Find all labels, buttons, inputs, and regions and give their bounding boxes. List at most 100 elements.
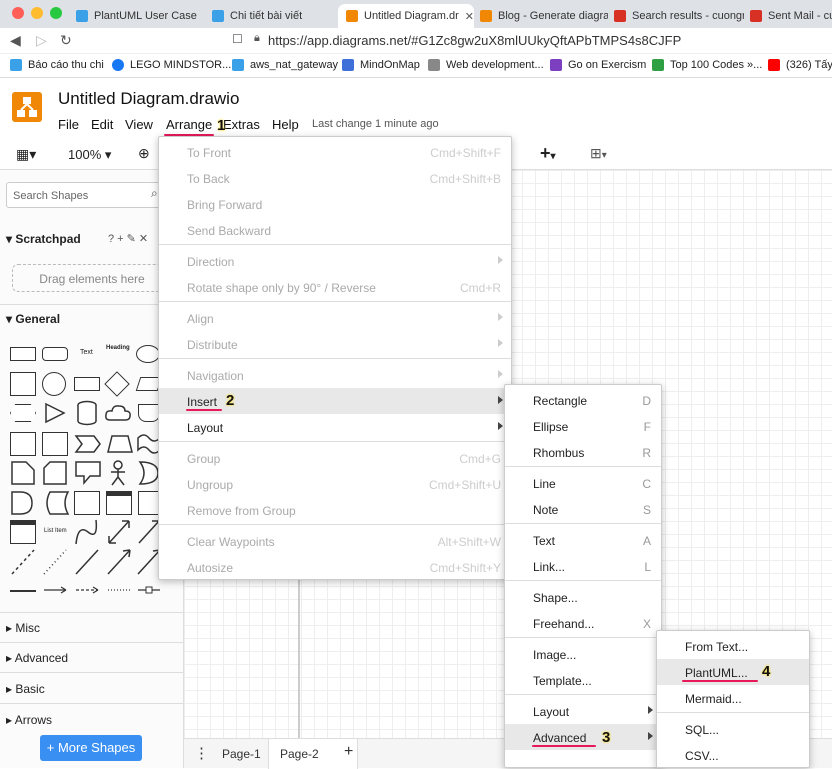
basic-section-header[interactable]: ▸ Basic (6, 682, 45, 696)
dotted-arrow-shape[interactable] (106, 584, 134, 596)
document-title[interactable]: Untitled Diagram.drawio (58, 89, 239, 109)
rectangle-shape[interactable] (10, 347, 36, 361)
link-arrow-shape[interactable] (42, 584, 70, 596)
menu-item-link[interactable]: Link... L (505, 553, 661, 579)
menu-item-to-front[interactable]: To Front Cmd+Shift+F (159, 139, 511, 165)
swimlane-shape[interactable] (106, 491, 132, 515)
menu-item-rotate[interactable]: Rotate shape only by 90° / Reverse Cmd+R (159, 274, 511, 300)
menu-item-line[interactable]: Line C (505, 470, 661, 496)
menu-item-ungroup[interactable]: Ungroup Cmd+Shift+U (159, 471, 511, 497)
search-icon[interactable]: ⌕ (151, 186, 158, 201)
back-icon[interactable]: ◀ (10, 32, 21, 49)
search-shapes-input[interactable]: Search Shapes (6, 182, 168, 208)
browser-tab[interactable]: Blog - Generate diagra (480, 4, 608, 28)
menu-item-csv[interactable]: CSV... (657, 742, 809, 768)
relation-shape[interactable] (136, 584, 162, 596)
line-shape[interactable] (74, 548, 100, 576)
square-shape[interactable] (10, 372, 36, 396)
arrows-section-header[interactable]: ▸ Arrows (6, 713, 52, 727)
menu-item-rectangle[interactable]: Rectangle D (505, 387, 661, 413)
menu-item-from-text[interactable]: From Text... (657, 633, 809, 659)
menu-item-layout[interactable]: Layout (159, 414, 511, 440)
menu-item-navigation[interactable]: Navigation (159, 362, 511, 388)
circle-shape[interactable] (42, 372, 66, 396)
more-shapes-button[interactable]: + More Shapes (40, 735, 142, 761)
pages-menu-icon[interactable]: ⋮ (194, 744, 209, 762)
dashed-arrow-shape[interactable] (74, 584, 102, 596)
maximize-window-dot[interactable] (50, 7, 62, 19)
text-shape[interactable]: Text (80, 349, 93, 356)
bookmark-item[interactable]: LEGO MINDSTOR... (112, 59, 231, 71)
data-storage-shape[interactable] (42, 490, 70, 516)
browser-tab[interactable]: Sent Mail - cuong (750, 4, 832, 28)
container-shape[interactable] (74, 491, 100, 515)
process-shape[interactable] (74, 377, 100, 391)
bookmark-item[interactable]: MindOnMap (342, 59, 420, 71)
thick-link-shape[interactable] (10, 590, 36, 592)
bookmark-icon[interactable]: ☐ (232, 32, 243, 46)
menu-item-group[interactable]: Group Cmd+G (159, 445, 511, 471)
list-item-shape[interactable]: List Item (44, 528, 67, 534)
menu-item-ellipse[interactable]: Ellipse F (505, 413, 661, 439)
menu-item-clear-waypoints[interactable]: Clear Waypoints Alt+Shift+W (159, 528, 511, 554)
menu-item-rhombus[interactable]: Rhombus R (505, 439, 661, 465)
zoom-select[interactable]: 100% ▾ (68, 147, 111, 163)
bookmark-item[interactable]: Web development... (428, 59, 544, 71)
close-tab-icon[interactable]: ✕ (465, 10, 474, 23)
bookmark-item[interactable]: (326) Tấy (768, 59, 832, 71)
minimize-window-dot[interactable] (31, 7, 43, 19)
document-shape[interactable] (138, 404, 160, 422)
forward-icon[interactable]: ▷ (36, 32, 47, 49)
menu-extras[interactable]: Extras (223, 117, 260, 132)
menu-item-freehand[interactable]: Freehand... X (505, 610, 661, 636)
tab-page-2[interactable]: Page-2 (280, 747, 319, 761)
menu-item-direction[interactable]: Direction (159, 248, 511, 274)
trapezoid-shape[interactable] (106, 434, 134, 454)
browser-tab[interactable]: Search results - cuongr (614, 4, 744, 28)
menu-edit[interactable]: Edit (91, 117, 113, 132)
menu-view[interactable]: View (125, 117, 153, 132)
cube-shape[interactable] (42, 432, 68, 456)
menu-item-sql[interactable]: SQL... (657, 716, 809, 742)
list-shape[interactable] (10, 520, 36, 544)
insert-plus-icon[interactable]: +▾ (540, 143, 556, 164)
menu-item-autosize[interactable]: Autosize Cmd+Shift+Y (159, 554, 511, 580)
curve-shape[interactable] (74, 518, 100, 546)
menu-item-bring-forward[interactable]: Bring Forward (159, 191, 511, 217)
cloud-shape[interactable] (104, 402, 132, 424)
bookmark-item[interactable]: Go on Exercism (550, 59, 646, 71)
misc-section-header[interactable]: ▸ Misc (6, 621, 40, 635)
menu-item-send-backward[interactable]: Send Backward (159, 217, 511, 243)
rounded-rectangle-shape[interactable] (42, 347, 68, 361)
menu-item-align[interactable]: Align (159, 305, 511, 331)
url-input[interactable]: https://app.diagrams.net/#G1Zc8gw2uX8mlU… (268, 33, 681, 48)
bookmark-item[interactable]: aws_nat_gateway (232, 59, 338, 71)
callout-shape[interactable] (74, 460, 102, 486)
bidirectional-arrow-shape[interactable] (106, 518, 132, 546)
heading-shape[interactable]: Heading (106, 345, 130, 351)
menu-item-text[interactable]: Text A (505, 527, 661, 553)
menu-help[interactable]: Help (272, 117, 299, 132)
directional-connector-shape[interactable] (106, 548, 132, 576)
note-shape[interactable] (10, 460, 36, 486)
browser-tab[interactable]: PlantUML User Case Di (76, 4, 198, 28)
advanced-section-header[interactable]: ▸ Advanced (6, 651, 68, 665)
menu-item-to-back[interactable]: To Back Cmd+Shift+B (159, 165, 511, 191)
dashed-line-shape[interactable] (10, 548, 36, 576)
menu-file[interactable]: File (58, 117, 79, 132)
hexagon-shape[interactable] (10, 404, 36, 422)
ellipse-shape[interactable] (136, 345, 160, 363)
actor-shape[interactable] (108, 460, 128, 486)
menu-item-template[interactable]: Template... (505, 667, 661, 693)
tab-page-1[interactable]: Page-1 (222, 747, 261, 761)
menu-item-image[interactable]: Image... (505, 641, 661, 667)
reload-icon[interactable]: ↻ (60, 32, 72, 49)
menu-item-mermaid[interactable]: Mermaid... (657, 685, 809, 711)
menu-item-shape[interactable]: Shape... (505, 584, 661, 610)
menu-item-note[interactable]: Note S (505, 496, 661, 522)
scratchpad-tools[interactable]: ? + ✎ ✕ (108, 232, 148, 245)
step-shape[interactable] (74, 434, 102, 454)
dotted-line-shape[interactable] (42, 548, 68, 576)
scratchpad-header[interactable]: ▾ Scratchpad (6, 232, 81, 246)
table-icon[interactable]: ⊞▾ (590, 145, 607, 162)
